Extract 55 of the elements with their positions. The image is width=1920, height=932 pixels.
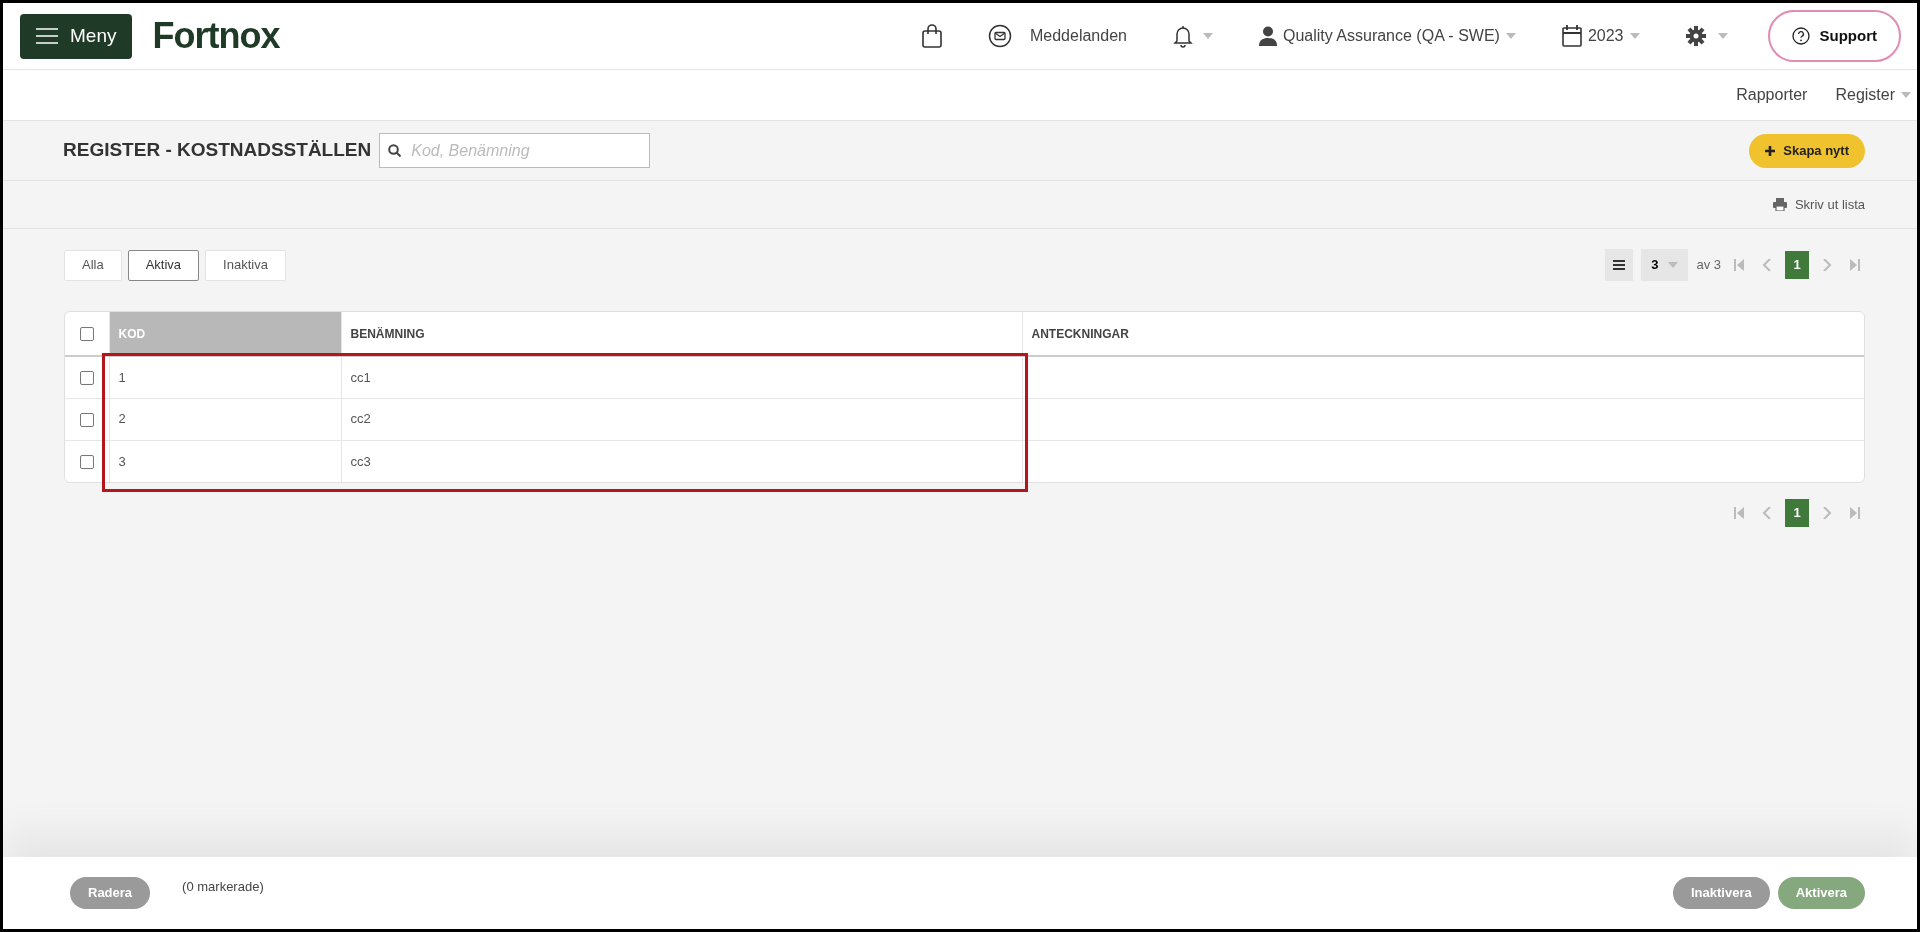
- print-link[interactable]: Skriv ut lista: [1772, 194, 1865, 215]
- next-page-icon: [1822, 507, 1832, 519]
- last-page-icon: [1850, 259, 1860, 271]
- page-total: av 3: [1696, 256, 1721, 275]
- nav-link[interactable]: Register: [1835, 83, 1911, 107]
- user-icon: [1258, 26, 1277, 46]
- previous-page-icon: [1762, 259, 1772, 271]
- selection-count: (0 markerade): [182, 878, 264, 897]
- menu-icon: [1613, 260, 1626, 270]
- help-icon: [1791, 27, 1810, 45]
- filter-tab[interactable]: Aktiva: [127, 249, 200, 281]
- calendar-icon: [1561, 25, 1582, 47]
- nav-link[interactable]: Rapporter: [1736, 83, 1808, 107]
- page-title: REGISTER - KOSTNADSSTÄLLEN: [63, 139, 372, 162]
- table-cell: cc3: [350, 453, 371, 469]
- table-cell: 1: [118, 369, 126, 385]
- filter-tab[interactable]: Alla: [64, 249, 122, 281]
- plus-icon: [1765, 145, 1776, 156]
- row-checkbox[interactable]: [79, 455, 94, 470]
- caret-icon: [1668, 262, 1679, 268]
- menu-icon: [36, 28, 58, 44]
- select-all-checkbox[interactable]: [79, 327, 94, 342]
- column-header[interactable]: BENÄMNING: [341, 312, 1022, 356]
- settings-icon: [1685, 26, 1706, 46]
- logo: Fortnox: [152, 14, 280, 58]
- shopping-bag-icon: [922, 24, 942, 48]
- create-button[interactable]: Skapa nytt: [1749, 133, 1865, 168]
- user-menu[interactable]: Quality Assurance (QA - SWE): [1252, 23, 1522, 49]
- page-size-dropdown[interactable]: 3: [1641, 249, 1689, 281]
- table-cell: cc1: [350, 369, 371, 385]
- search-box[interactable]: Kod, Benämning: [379, 133, 651, 168]
- search-input[interactable]: Kod, Benämning: [409, 137, 642, 164]
- page-number[interactable]: 1: [1785, 251, 1809, 279]
- page-number[interactable]: 1: [1785, 499, 1809, 527]
- support-button[interactable]: Support: [1767, 10, 1901, 62]
- row-checkbox[interactable]: [79, 412, 94, 427]
- table-cell: 2: [118, 411, 126, 427]
- search-icon: [388, 144, 402, 157]
- next-page-icon: [1822, 259, 1832, 271]
- envelope-icon: [988, 24, 1012, 48]
- messages-link[interactable]: Meddelanden: [982, 23, 1133, 49]
- last-page-icon: [1850, 507, 1860, 519]
- first-page-icon: [1734, 259, 1744, 271]
- previous-page-icon: [1762, 507, 1772, 519]
- table-cell: cc2: [350, 411, 371, 427]
- printer-icon: [1772, 198, 1787, 211]
- column-header[interactable]: ANTECKNINGAR: [1022, 312, 1864, 356]
- year-menu[interactable]: 2023: [1555, 23, 1646, 49]
- first-page-icon: [1734, 507, 1744, 519]
- filter-tab[interactable]: Inaktiva: [205, 249, 286, 281]
- bell-icon: [1172, 24, 1193, 48]
- table-cell: 3: [118, 453, 126, 469]
- menu-button[interactable]: Meny: [20, 13, 133, 59]
- row-checkbox[interactable]: [79, 371, 94, 386]
- list-view-button[interactable]: [1605, 249, 1634, 281]
